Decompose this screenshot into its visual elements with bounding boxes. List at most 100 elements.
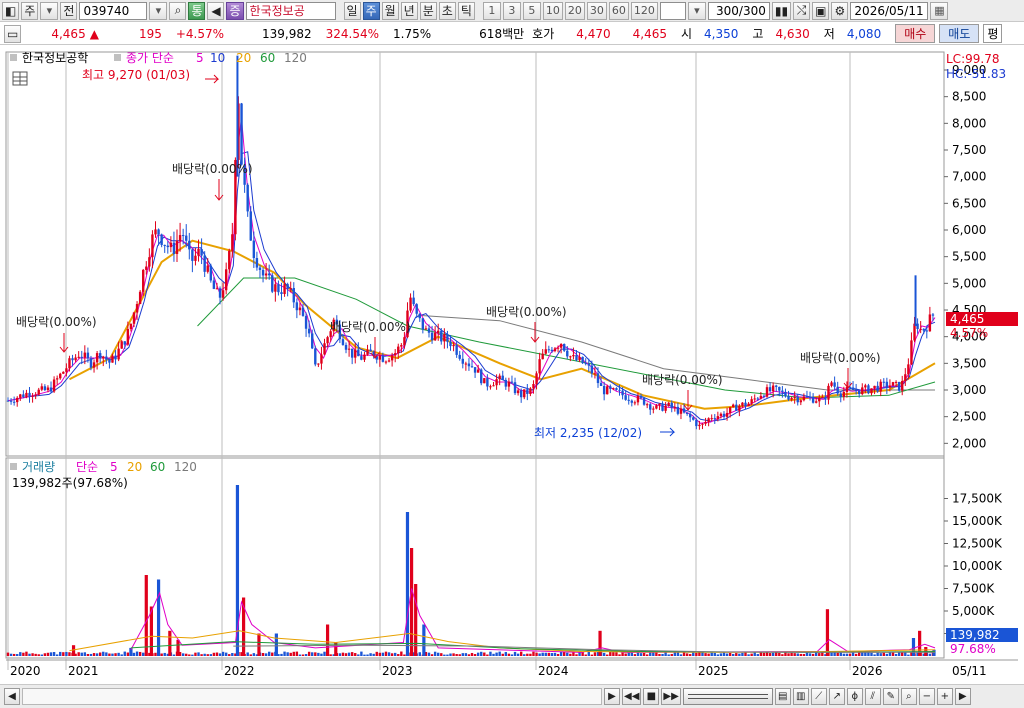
volume-bar (228, 654, 231, 656)
quote-menu-icon[interactable]: ▭ (4, 24, 22, 43)
candle-body (400, 345, 403, 347)
period-mode-button[interactable]: 전 (60, 1, 78, 20)
tab-monthly[interactable]: 월 (381, 1, 399, 20)
zoom-search-icon[interactable]: ⌕ (900, 688, 917, 705)
indicator-icon[interactable]: ⤭ (793, 1, 811, 20)
tab-daily[interactable]: 일 (343, 1, 361, 20)
candle-body (86, 352, 90, 359)
candle-body (854, 389, 858, 391)
candle-body (612, 388, 615, 390)
candle-body (756, 398, 759, 400)
interval-5[interactable]: 5 (522, 1, 541, 20)
candle-body (652, 408, 655, 410)
date-input[interactable]: 2026/05/11 (850, 1, 929, 20)
volume-bar (77, 652, 80, 656)
interval-10[interactable]: 10 (542, 1, 563, 20)
tab-minute[interactable]: 분 (419, 1, 437, 20)
volume-bar (108, 653, 111, 656)
interval-20[interactable]: 20 (564, 1, 585, 20)
flat-button[interactable]: 평 (983, 24, 1003, 43)
candle-body (818, 397, 821, 402)
candle-body (384, 361, 388, 363)
interval-3[interactable]: 3 (502, 1, 521, 20)
zoom-in-icon[interactable]: + (936, 688, 953, 705)
window-layout-icon[interactable]: ▤ (774, 688, 791, 705)
stock-code-dropdown-icon[interactable]: ▾ (149, 1, 168, 20)
search-icon[interactable]: ⌕ (169, 1, 187, 20)
volume-bar (283, 651, 286, 656)
interval-120[interactable]: 120 (630, 1, 658, 20)
volume-bar (768, 653, 772, 656)
candle-type-icon[interactable]: ▮▮ (771, 1, 792, 20)
candle-body (37, 389, 40, 395)
count-input[interactable]: 300/300 (707, 1, 770, 20)
candle-body (443, 334, 446, 342)
draw-channel-icon[interactable]: ⫽ (864, 688, 881, 705)
scroll-play-icon[interactable]: ▶ (604, 688, 620, 705)
candle-body (618, 389, 621, 391)
candle-body (688, 413, 692, 418)
candle-body (114, 355, 117, 360)
candle-body (185, 235, 188, 241)
save-icon[interactable]: ▣ (812, 1, 830, 20)
volume-ma-label: 단순 (76, 460, 98, 474)
volume-bar (375, 651, 378, 656)
candle-body (581, 356, 584, 364)
candle-body (593, 373, 597, 375)
volume-bar (566, 652, 569, 656)
stock-chart[interactable]: 2,000 2,500 3,000 3,500 4,000 4,500 5,000 5,500… (0, 46, 1024, 684)
tab-tick[interactable]: 틱 (457, 1, 475, 20)
volume-bar (894, 654, 898, 656)
chart-menu-icon[interactable]: ◧ (2, 1, 20, 20)
volume-bar (92, 653, 96, 656)
tab-yearly[interactable]: 년 (400, 1, 418, 20)
tong-button[interactable]: 통 (188, 1, 206, 20)
volume-bar (338, 653, 342, 656)
chart-canvas[interactable]: 2,0002,5003,0003,5004,0004,5005,0005,500… (0, 46, 1024, 684)
volume-bar (403, 654, 406, 656)
interval-60[interactable]: 60 (608, 1, 629, 20)
scroll-right-icon[interactable]: ▶ (954, 688, 971, 705)
volume-bar (572, 652, 575, 656)
buy-button[interactable]: 매수 (895, 24, 936, 43)
draw-ray-icon[interactable]: ↗ (828, 688, 845, 705)
interval-custom-input[interactable] (659, 1, 686, 20)
scroll-forward-icon[interactable]: ▶▶ (661, 688, 681, 705)
candle-body (62, 371, 65, 374)
candle-body (102, 356, 105, 359)
candle-body (621, 390, 624, 396)
scroll-left-icon[interactable]: ◀ (4, 688, 20, 705)
zoom-slider[interactable] (682, 688, 773, 705)
candle-body (427, 328, 431, 333)
gear-icon[interactable]: ⚙ (831, 1, 849, 20)
interval-30[interactable]: 30 (586, 1, 607, 20)
scroll-track[interactable] (22, 688, 602, 705)
interval-1[interactable]: 1 (482, 1, 501, 20)
volume-bar (618, 654, 621, 656)
calendar-icon[interactable]: ▦ (930, 1, 949, 20)
window-split-icon[interactable]: ▥ (792, 688, 809, 705)
sell-button[interactable]: 매도 (939, 24, 980, 43)
draw-line-icon[interactable]: ⟋ (810, 688, 827, 705)
jeung-button[interactable]: 증 (226, 1, 244, 20)
scroll-rewind-icon[interactable]: ◀◀ (622, 688, 642, 705)
low-annotation: 최저 2,235 (12/02) (534, 426, 642, 440)
draw-tools-icon[interactable]: ✎ (882, 688, 899, 705)
open-label: 시 (680, 27, 693, 41)
candle-body (627, 399, 630, 401)
interval-dropdown-icon[interactable]: ▾ (687, 1, 706, 20)
stock-code-input[interactable]: 039740 (79, 1, 148, 20)
market-select[interactable]: 주 (21, 1, 39, 20)
market-dropdown-icon[interactable]: ▾ (40, 1, 59, 20)
speaker-icon[interactable]: ◀ (207, 1, 225, 20)
candle-body (876, 385, 879, 392)
tab-weekly[interactable]: 주 (362, 1, 380, 20)
price-tick-label: 6,000 (952, 223, 986, 237)
candle-body (123, 341, 126, 345)
volume-bar (55, 654, 59, 656)
tab-second[interactable]: 초 (438, 1, 456, 20)
zoom-out-icon[interactable]: − (918, 688, 935, 705)
volume-bar (633, 654, 637, 656)
scroll-stop-icon[interactable]: ■ (643, 688, 660, 705)
draw-fibo-icon[interactable]: ϕ (846, 688, 863, 705)
